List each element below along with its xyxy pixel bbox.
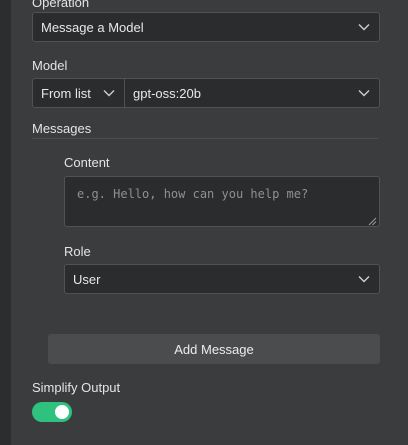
operation-select[interactable]: Message a Model [32,12,380,42]
toggle-knob [55,405,69,419]
messages-label: Messages [32,121,92,136]
add-message-label: Add Message [174,341,254,357]
model-label: Model [32,58,68,73]
model-mode-select[interactable]: From list [32,78,125,108]
content-label: Content [64,155,110,170]
left-rail [0,0,12,445]
content-textarea[interactable]: e.g. Hello, how can you help me? [64,176,380,227]
messages-divider [32,138,378,139]
model-mode-value: From list [41,85,91,101]
chevron-down-icon [358,89,370,97]
model-select-value: gpt-oss:20b [133,85,201,101]
role-select-value: User [73,271,101,287]
chevron-down-icon [358,23,370,31]
add-message-button[interactable]: Add Message [48,334,380,364]
resize-handle-icon[interactable] [368,215,377,226]
model-select[interactable]: gpt-oss:20b [124,78,380,108]
chevron-down-icon [358,275,370,283]
role-label: Role [64,244,91,259]
chevron-down-icon [103,89,115,97]
simplify-output-label: Simplify Output [32,380,121,395]
content-placeholder: e.g. Hello, how can you help me? [77,187,309,201]
operation-label: Operation [32,0,90,10]
role-select[interactable]: User [64,264,380,294]
operation-select-value: Message a Model [41,19,144,35]
simplify-output-toggle[interactable] [32,402,72,422]
